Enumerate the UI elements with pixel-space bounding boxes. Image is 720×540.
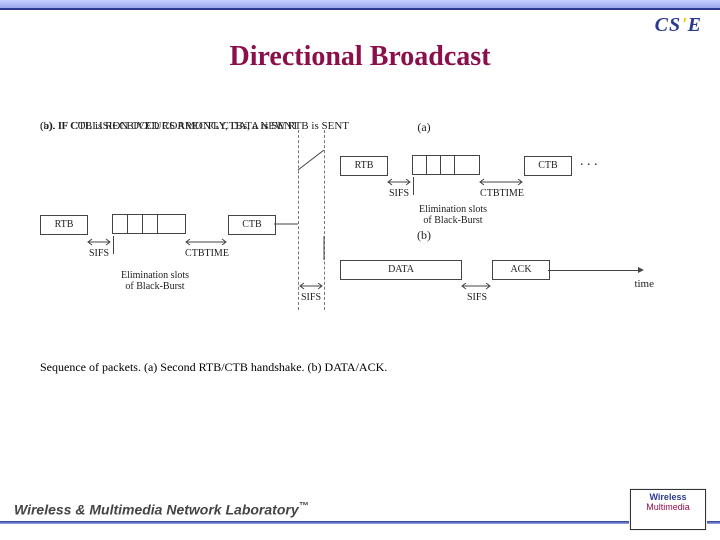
gap-arrow-sifs-a [386,178,412,188]
gap-arrow-sifs-left [86,238,112,248]
footer-lab-text: Wireless & Multimedia Network Laboratory [14,502,299,518]
footer-wireless-multimedia-badge: Wireless Multimedia [630,489,706,530]
gap-label-ctbtime-a: CTBTIME [474,188,530,199]
logo-cs: CS [655,14,681,36]
logo-e: E [688,14,702,36]
packet-ack-b: ACK [492,260,550,280]
burst-label-left: Elimination slots of Black-Burst [110,270,200,292]
packet-ctb-a: CTB [524,156,572,176]
branch-connector [274,150,334,260]
badge-top: Wireless [650,492,687,502]
header-rule [0,8,720,10]
figure-caption: Sequence of packets. (a) Second RTB/CTB … [40,360,387,375]
branch-a-marker: (a) [412,120,436,135]
gap-arrow-ctbtime-left [184,238,228,248]
gap-arrow-sifs-b2 [460,282,492,292]
gap-label-sifs-b2: SIFS [458,292,496,303]
note-b: (b). IF CTB is RECEIVED CORRECTLY, DATA … [40,120,299,134]
footer-rule [0,521,720,524]
branch-b-marker: (b) [412,228,436,243]
time-axis [548,270,638,271]
gap-label-sifs-left: SIFS [80,248,118,259]
cse-logo: CS'E [655,14,702,37]
burst-segment-a [412,155,480,175]
badge-bottom: Multimedia [646,502,690,512]
packet-ctb-left: CTB [228,215,276,235]
packet-data-b: DATA [340,260,462,280]
packet-rtb-left: RTB [40,215,88,235]
timing-diagram: (a). IF COLLISION OCCURS AMONG CTBs, a N… [40,120,690,380]
packet-rtb-a: RTB [340,156,388,176]
gap-arrow-sifs-b1 [298,282,324,292]
dots-a: . . . [580,154,598,170]
gap-label-sifs-b1: SIFS [292,292,330,303]
burst-segment-left [112,214,186,234]
gap-arrow-ctbtime-a [478,178,524,188]
footer-lab-name: Wireless & Multimedia Network Laboratory… [14,501,309,518]
gap-label-ctbtime-left: CTBTIME [180,248,234,259]
gap-label-sifs-a: SIFS [380,188,418,199]
header-accent-bar [0,0,720,8]
burst-label-a: Elimination slots of Black-Burst [408,204,498,226]
page-title: Directional Broadcast [0,41,720,73]
footer-tm: ™ [299,501,309,512]
time-axis-label: time [614,278,654,290]
